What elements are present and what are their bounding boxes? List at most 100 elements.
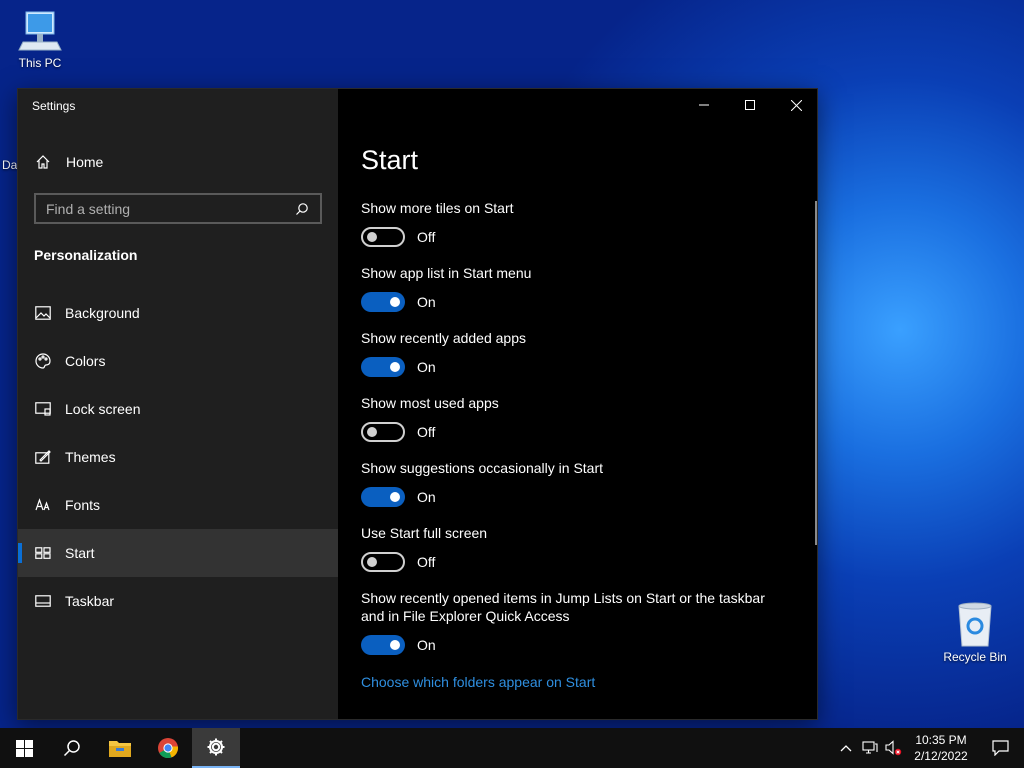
toggle-state: On — [417, 359, 436, 375]
close-button[interactable] — [773, 89, 819, 121]
settings-gear-icon — [207, 738, 225, 756]
start-button[interactable] — [0, 728, 48, 768]
action-center-button[interactable] — [976, 728, 1024, 768]
system-tray: 10:35 PM 2/12/2022 — [834, 728, 1024, 768]
toggle-state: Off — [417, 229, 436, 245]
file-explorer-button[interactable] — [96, 728, 144, 768]
setting-app-list: Show app list in Start menu On — [361, 264, 781, 312]
setting-full-screen: Use Start full screen Off — [361, 524, 781, 572]
setting-label: Show most used apps — [361, 395, 499, 411]
nav-home-label: Home — [66, 154, 104, 170]
network-icon — [862, 741, 878, 754]
minimize-button[interactable] — [681, 89, 727, 121]
sidebar-item-label: Start — [65, 545, 95, 561]
toggle-jump-lists[interactable] — [361, 635, 405, 655]
sidebar-item-label: Fonts — [65, 497, 101, 513]
taskbar: 10:35 PM 2/12/2022 — [0, 728, 1024, 768]
notifications-icon — [991, 740, 1009, 756]
nav-home[interactable]: Home — [18, 143, 338, 181]
search-button[interactable] — [48, 728, 96, 768]
setting-label-line-1: Show recently opened items in Jump Lists… — [361, 590, 765, 606]
page-title: Start — [361, 145, 419, 175]
setting-suggestions: Show suggestions occasionally in Start O… — [361, 459, 781, 507]
sidebar-item-label: Themes — [65, 449, 116, 465]
settings-content: Start Show more tiles on Start Off Show … — [338, 89, 819, 719]
clock[interactable]: 10:35 PM 2/12/2022 — [906, 732, 976, 764]
toggle-state: On — [417, 294, 436, 310]
settings-window: Settings Home Personalization Background — [17, 88, 818, 720]
desktop-icon-label: This PC — [18, 56, 62, 70]
sidebar-item-start[interactable]: Start — [18, 529, 338, 577]
desktop-icon-recycle-bin[interactable]: Recycle Bin — [935, 600, 1015, 664]
chevron-up-icon — [840, 745, 852, 752]
setting-label-line-2: and in File Explorer Quick Access — [361, 608, 570, 624]
network-button[interactable] — [858, 728, 882, 768]
toggle-state: On — [417, 489, 436, 505]
search-input[interactable] — [46, 200, 293, 217]
sidebar-item-label: Colors — [65, 353, 106, 369]
search-icon[interactable] — [293, 200, 310, 217]
setting-label: Show app list in Start menu — [361, 265, 532, 281]
sidebar-item-colors[interactable]: Colors — [18, 337, 338, 385]
toggle-recently-added[interactable] — [361, 357, 405, 377]
sidebar-item-background[interactable]: Background — [18, 289, 338, 337]
minimize-icon — [699, 104, 709, 106]
toggle-full-screen[interactable] — [361, 552, 405, 572]
window-title: Settings — [32, 99, 76, 113]
setting-label: Show more tiles on Start — [361, 200, 514, 216]
maximize-icon — [745, 100, 755, 110]
desktop-icon-this-pc[interactable]: This PC — [0, 8, 80, 70]
lock-screen-icon — [34, 401, 51, 418]
scrollbar[interactable] — [815, 201, 817, 545]
sidebar-item-label: Taskbar — [65, 593, 115, 609]
start-icon — [34, 545, 51, 562]
toggle-state: On — [417, 637, 436, 653]
search-box[interactable] — [34, 193, 322, 224]
setting-most-used: Show most used apps Off — [361, 394, 781, 442]
window-controls — [681, 89, 819, 121]
sidebar-item-label: Background — [65, 305, 140, 321]
palette-icon — [34, 353, 51, 370]
taskbar-icon — [34, 593, 51, 610]
desktop-icon-partial-label: Da — [2, 158, 18, 172]
setting-label: Use Start full screen — [361, 525, 488, 541]
computer-icon — [18, 11, 62, 51]
sidebar-item-themes[interactable]: Themes — [18, 433, 338, 481]
home-icon — [34, 154, 51, 171]
setting-label: Show suggestions occasionally in Start — [361, 460, 604, 476]
sidebar-item-fonts[interactable]: Fonts — [18, 481, 338, 529]
toggle-app-list[interactable] — [361, 292, 405, 312]
toggle-state: Off — [417, 554, 436, 570]
choose-folders-link[interactable]: Choose which folders appear on Start — [361, 674, 595, 690]
toggle-more-tiles[interactable] — [361, 227, 405, 247]
show-hidden-icons-button[interactable] — [834, 728, 858, 768]
chrome-button[interactable] — [144, 728, 192, 768]
picture-icon — [34, 305, 51, 322]
close-icon — [790, 99, 802, 111]
search-icon — [63, 740, 80, 757]
setting-jump-lists: Show recently opened items in Jump Lists… — [361, 589, 781, 655]
settings-taskbar-button[interactable] — [192, 728, 240, 768]
toggle-most-used[interactable] — [361, 422, 405, 442]
volume-muted-icon — [885, 740, 902, 756]
toggle-suggestions[interactable] — [361, 487, 405, 507]
setting-more-tiles: Show more tiles on Start Off — [361, 199, 781, 247]
fonts-icon — [34, 497, 51, 514]
sidebar-item-lock-screen[interactable]: Lock screen — [18, 385, 338, 433]
themes-icon — [34, 449, 51, 466]
clock-time: 10:35 PM — [915, 733, 967, 747]
sidebar-item-label: Lock screen — [65, 401, 141, 417]
setting-recently-added: Show recently added apps On — [361, 329, 781, 377]
desktop-icon-label: Recycle Bin — [943, 650, 1007, 664]
sidebar-item-taskbar[interactable]: Taskbar — [18, 577, 338, 625]
nav-list: Background Colors Lock screen Themes Fon… — [18, 289, 338, 625]
settings-list: Show more tiles on Start Off Show app li… — [361, 199, 781, 672]
toggle-state: Off — [417, 424, 436, 440]
windows-logo-icon — [15, 739, 33, 757]
section-title: Personalization — [34, 247, 138, 263]
recycle-bin-icon — [958, 602, 992, 647]
clock-date: 2/12/2022 — [914, 749, 968, 763]
chrome-icon — [158, 738, 179, 759]
maximize-button[interactable] — [727, 89, 773, 121]
volume-button[interactable] — [882, 728, 906, 768]
